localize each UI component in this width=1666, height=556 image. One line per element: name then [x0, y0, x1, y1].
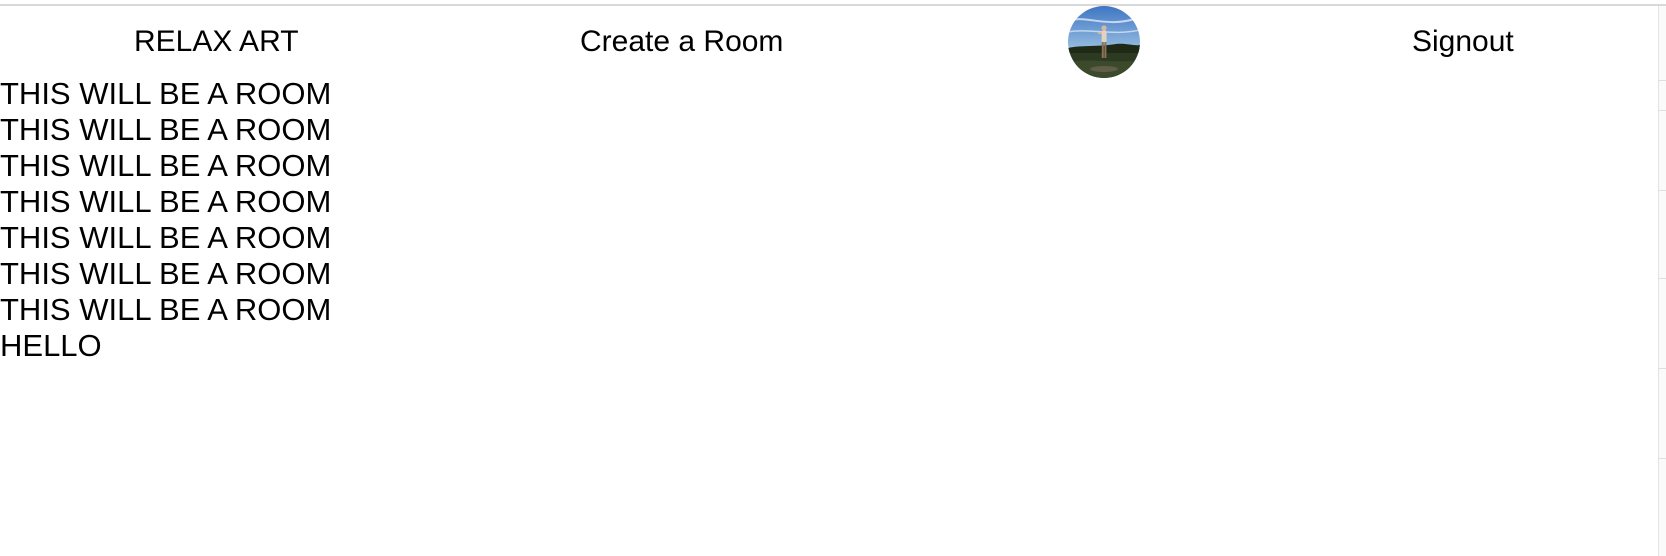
scrollbar-tick	[1658, 368, 1666, 369]
room-item[interactable]: THIS WILL BE A ROOM	[0, 184, 331, 220]
avatar-photo-icon	[1068, 6, 1140, 78]
room-item[interactable]: THIS WILL BE A ROOM	[0, 256, 331, 292]
signout-link[interactable]: Signout	[1412, 24, 1514, 60]
scrollbar[interactable]	[1658, 6, 1666, 556]
room-item[interactable]: THIS WILL BE A ROOM	[0, 220, 331, 256]
room-list: THIS WILL BE A ROOM THIS WILL BE A ROOM …	[0, 76, 331, 364]
scrollbar-tick	[1658, 278, 1666, 279]
user-avatar[interactable]	[1068, 6, 1140, 78]
room-item[interactable]: THIS WILL BE A ROOM	[0, 76, 331, 112]
page: RELAX ART Create a Room Signout THIS WIL…	[0, 0, 1666, 556]
room-item[interactable]: THIS WILL BE A ROOM	[0, 112, 331, 148]
room-item[interactable]: THIS WILL BE A ROOM	[0, 292, 331, 328]
room-item[interactable]: THIS WILL BE A ROOM	[0, 148, 331, 184]
room-item[interactable]: HELLO	[0, 328, 331, 364]
scrollbar-tick	[1658, 458, 1666, 459]
navbar: RELAX ART Create a Room Signout	[0, 6, 1660, 78]
create-room-link[interactable]: Create a Room	[580, 24, 783, 60]
brand-link[interactable]: RELAX ART	[134, 24, 299, 60]
scrollbar-tick	[1658, 110, 1666, 111]
scrollbar-tick	[1658, 80, 1666, 81]
scrollbar-tick	[1658, 190, 1666, 191]
